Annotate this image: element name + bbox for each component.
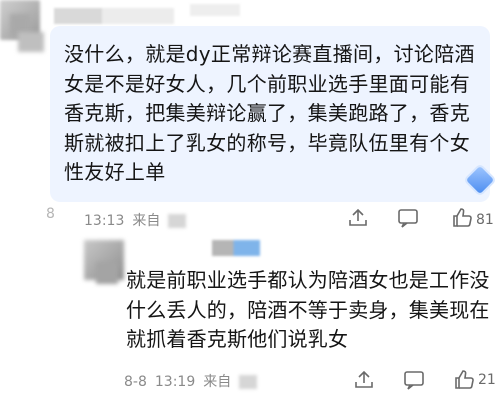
username-blurred[interactable] [212, 240, 260, 256]
source-blurred [168, 214, 187, 228]
comment-2-time: 13:19 [154, 374, 196, 390]
avatar-blurred-detail [18, 32, 44, 52]
thumbs-up-icon[interactable] [452, 368, 476, 396]
comment-1-meta: 13:13 来自 [84, 210, 194, 230]
comment-icon[interactable] [396, 206, 420, 234]
comment-2-text: 就是前职业选手都认为陪酒女也是工作没什么丢人的，陪酒不等于卖身，集美现在就抓着香… [126, 268, 490, 351]
comment-1-like-count: 81 [476, 212, 494, 228]
username-blurred-suffix [190, 4, 240, 16]
comment-2-source: 来自 [203, 374, 232, 390]
source-blurred [239, 375, 258, 389]
share-icon[interactable] [352, 368, 376, 396]
comment-icon[interactable] [402, 368, 426, 396]
meta-fragment: 8 [46, 206, 55, 222]
comment-2-date: 8-8 [124, 374, 147, 390]
comment-2-like-count: 21 [478, 372, 496, 388]
comment-1-time: 13:13 [84, 213, 125, 229]
avatar-blurred-detail [96, 262, 118, 284]
comment-2-meta: 8-8 13:19 来自 [124, 371, 265, 391]
share-icon[interactable] [346, 206, 370, 234]
comment-1-text: 没什么，就是dy正常辩论赛直播间，讨论陪酒女是不是好女人，几个前职业选手里面可能… [64, 42, 475, 184]
comment-1-source: 来自 [132, 213, 161, 229]
thumbs-up-icon[interactable] [450, 206, 474, 234]
username-blurred[interactable] [54, 8, 174, 24]
